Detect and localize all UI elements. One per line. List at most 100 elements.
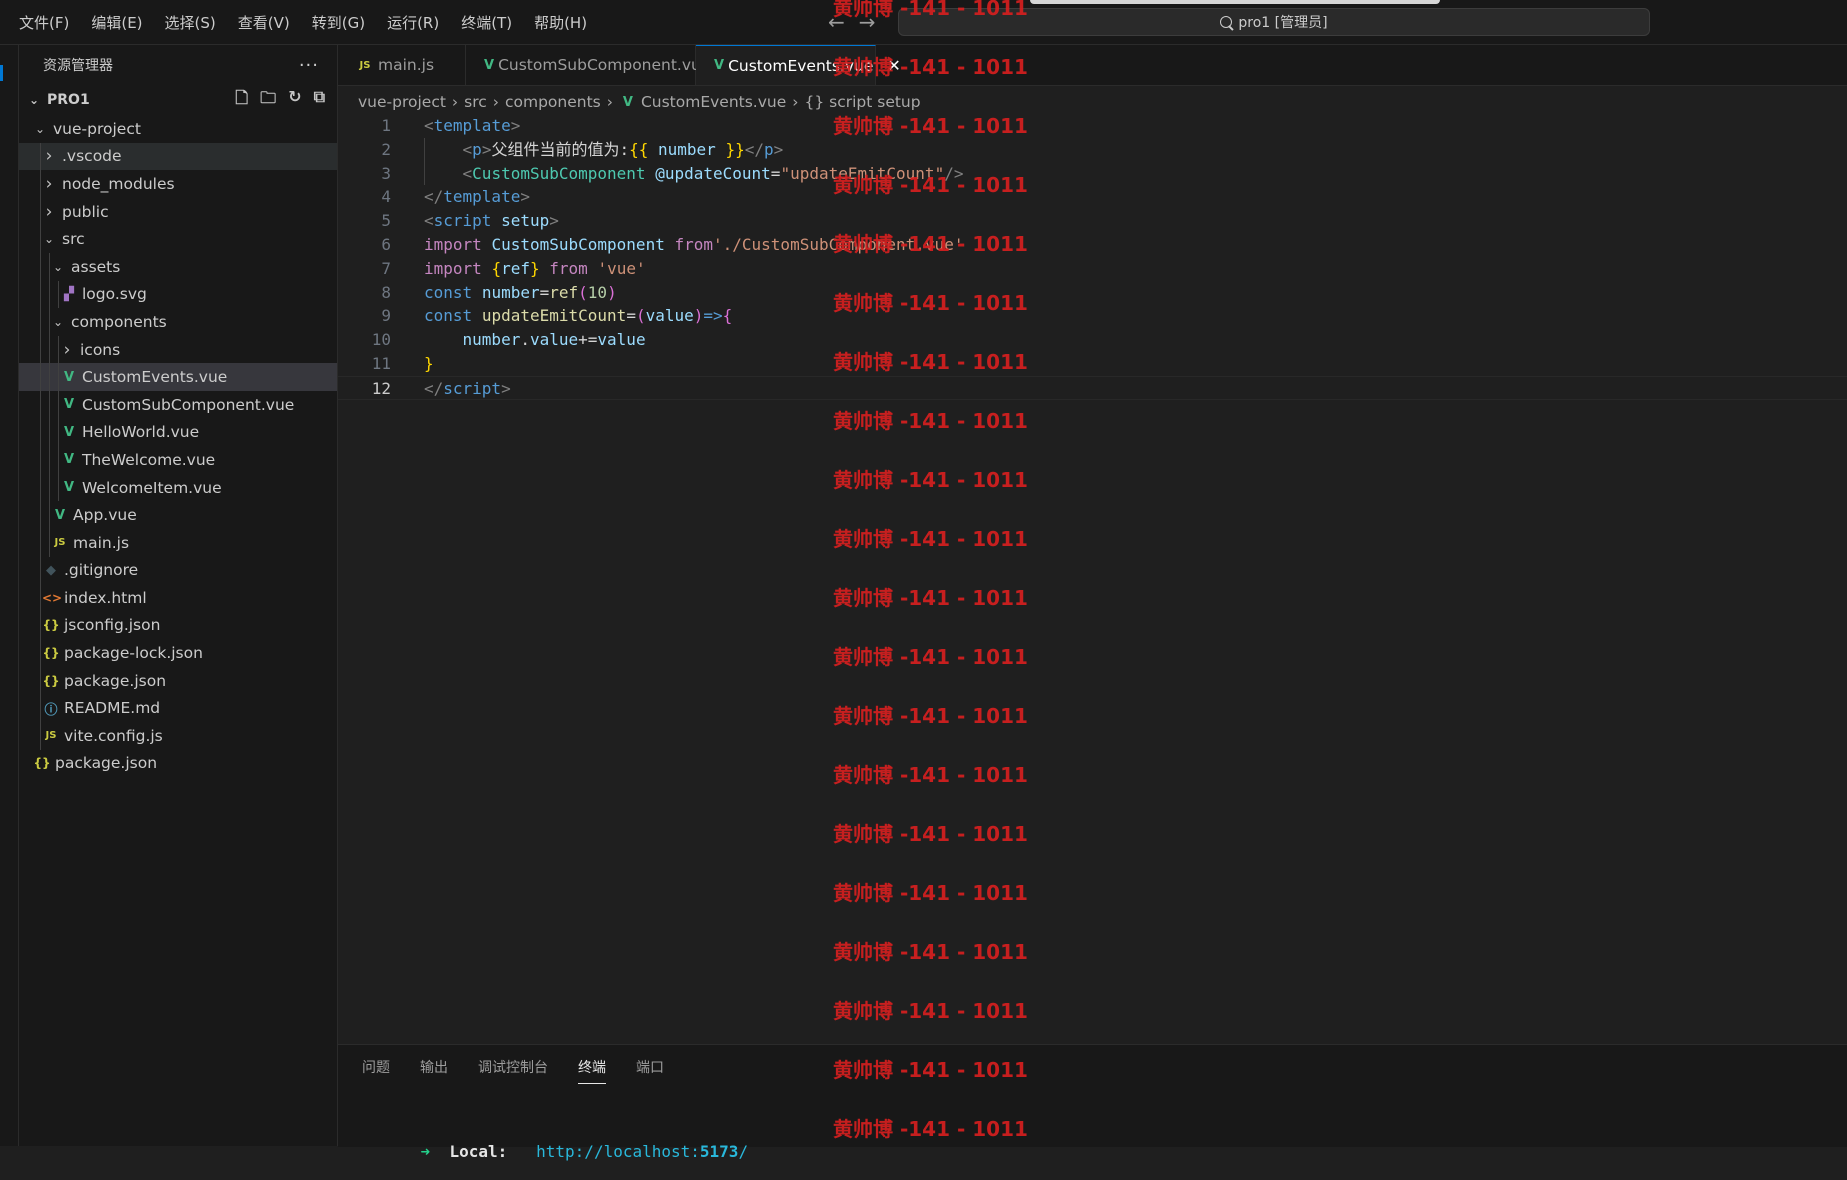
new-folder-icon[interactable]: 🗀 — [260, 87, 276, 114]
code-token: CustomSubComponent — [472, 163, 646, 183]
code-token: import — [424, 258, 482, 278]
menu-item[interactable]: 文件(F) — [8, 12, 80, 33]
js-file-icon: JS — [54, 537, 66, 549]
tree-item[interactable]: › icons — [19, 335, 337, 364]
panel-tab[interactable]: 端口 — [636, 1057, 664, 1084]
activity-bar — [0, 45, 19, 1146]
menu-item[interactable]: 转到(G) — [301, 12, 376, 33]
forward-arrow-icon[interactable]: → — [859, 10, 876, 34]
breadcrumb-item[interactable]: src — [464, 93, 487, 111]
code-line[interactable]: 3 <CustomSubComponent @updateCount="upda… — [338, 162, 1847, 186]
indent-guide — [40, 611, 41, 640]
workspace-root[interactable]: ⌄ PRO1 🗋 🗀 ↻ ⧉ — [19, 85, 337, 115]
tree-item[interactable]: V CustomEvents.vue — [19, 363, 337, 391]
close-icon[interactable]: ✕ — [887, 56, 900, 75]
terminal-output[interactable]: ➜ Local: http://localhost:5173/ — [382, 1123, 749, 1180]
panel-tab[interactable]: 终端 — [578, 1057, 606, 1084]
tree-item[interactable]: ⌄ assets — [19, 252, 337, 281]
editor-tab[interactable]: JS main.js — [338, 45, 466, 85]
tree-item[interactable]: V WelcomeItem.vue — [19, 473, 337, 502]
code-line[interactable]: 10 number.value+=value — [338, 328, 1847, 352]
tree-item[interactable]: ▞ logo.svg — [19, 280, 337, 309]
code-line[interactable]: 8 const number=ref(10) — [338, 281, 1847, 305]
breadcrumb-item[interactable]: vue-project — [358, 93, 446, 111]
code-token: > — [501, 378, 511, 398]
tree-item[interactable]: JS vite.config.js — [19, 722, 337, 750]
code-line[interactable]: 2 <p>父组件当前的值为:{{ number }}</p> — [338, 138, 1847, 162]
tree-item[interactable]: {} jsconfig.json — [19, 611, 337, 640]
indent-guide — [58, 418, 59, 447]
command-center[interactable]: pro1 [管理员] — [898, 8, 1650, 36]
indent-guide — [58, 446, 59, 474]
code-token: 父组件当前的值为: — [491, 139, 630, 159]
tree-item[interactable]: ⌄ vue-project — [19, 115, 337, 143]
code-line[interactable]: 5 <script setup> — [338, 209, 1847, 233]
code-line[interactable]: 6 import CustomSubComponent from'./Custom… — [338, 233, 1847, 257]
more-actions-icon[interactable]: ··· — [299, 55, 319, 76]
tree-item[interactable]: {} package-lock.json — [19, 639, 337, 667]
code-text: <template> — [424, 114, 520, 138]
breadcrumb-separator-icon: › — [792, 93, 799, 111]
tree-item[interactable]: {} package.json — [19, 666, 337, 695]
code-line[interactable]: 9 const updateEmitCount=(value)=>{ — [338, 304, 1847, 328]
refresh-icon[interactable]: ↻ — [288, 87, 301, 114]
panel-tab[interactable]: 调试控制台 — [478, 1057, 548, 1084]
breadcrumb-item[interactable]: CustomEvents.vue — [641, 93, 786, 111]
code-token: < — [462, 163, 473, 183]
js-file-icon: JS — [45, 730, 57, 742]
tree-item[interactable]: › .vscode — [19, 142, 337, 171]
tree-item-label: package.json — [64, 671, 167, 690]
code-line[interactable]: 1 <template> — [338, 114, 1847, 138]
breadcrumb-item[interactable]: {} script setup — [804, 93, 920, 111]
tree-item[interactable]: <> index.html — [19, 584, 337, 612]
menu-item[interactable]: 查看(V) — [227, 12, 301, 33]
tree-item[interactable]: › node_modules — [19, 170, 337, 198]
tree-item[interactable]: V CustomSubComponent.vue — [19, 390, 337, 419]
tree-item[interactable]: ⓘ README.md — [19, 694, 337, 723]
tree-item[interactable]: ⌄ components — [19, 308, 337, 336]
code-line[interactable]: 11} — [338, 352, 1847, 376]
code-editor[interactable]: 1 <template> 2 <p>父组件当前的值为:{{ number }}</p… — [338, 114, 1847, 1044]
breadcrumb-item[interactable]: components — [505, 93, 601, 111]
menu-item[interactable]: 选择(S) — [154, 12, 227, 33]
indent-guide — [40, 363, 41, 391]
tree-item[interactable]: V TheWelcome.vue — [19, 446, 337, 474]
tree-item[interactable]: V HelloWorld.vue — [19, 418, 337, 447]
menu-item[interactable]: 帮助(H) — [523, 12, 598, 33]
line-number: 8 — [381, 282, 391, 302]
tree-item[interactable]: {} package.json — [19, 750, 337, 778]
code-token: 'vue' — [597, 258, 646, 278]
editor-tab[interactable]: V CustomSubComponent.vue — [466, 45, 710, 85]
menu-item[interactable]: 终端(T) — [450, 12, 523, 33]
back-arrow-icon[interactable]: ← — [828, 10, 845, 34]
json-file-icon: {} — [42, 673, 60, 688]
new-file-icon[interactable]: 🗋 — [235, 87, 248, 114]
code-line[interactable]: 12 </script> — [338, 375, 1847, 400]
explorer-active-indicator[interactable] — [0, 65, 3, 81]
code-line[interactable]: 4 </template> — [338, 185, 1847, 209]
tree-item[interactable]: ⌄ src — [19, 225, 337, 253]
terminal-url-suffix[interactable]: / — [738, 1142, 748, 1161]
terminal-url-port[interactable]: 5173 — [700, 1142, 739, 1161]
indent-guide — [49, 446, 50, 474]
menu-item[interactable]: 运行(R) — [376, 12, 450, 33]
code-text: import {ref} from 'vue' — [424, 257, 646, 281]
code-token: @updateCount — [655, 163, 771, 183]
terminal-url-prefix[interactable]: http://localhost: — [536, 1142, 700, 1161]
indent-guide — [40, 390, 41, 419]
collapse-all-icon[interactable]: ⧉ — [314, 87, 325, 114]
tree-item[interactable]: ◆ .gitignore — [19, 556, 337, 585]
code-line[interactable]: 7 import {ref} from 'vue' — [338, 257, 1847, 281]
panel-tab[interactable]: 输出 — [420, 1057, 448, 1084]
tree-item[interactable]: › public — [19, 197, 337, 226]
line-number: 11 — [371, 353, 391, 373]
tree-item[interactable]: V App.vue — [19, 501, 337, 529]
panel-tab[interactable]: 问题 — [362, 1057, 390, 1084]
tree-item[interactable]: JS main.js — [19, 528, 337, 557]
menu-item[interactable]: 编辑(E) — [80, 12, 153, 33]
code-token: } — [424, 353, 434, 373]
editor-tab[interactable]: V CustomEvents.vue ✕ — [696, 45, 901, 85]
line-number: 10 — [371, 330, 391, 350]
